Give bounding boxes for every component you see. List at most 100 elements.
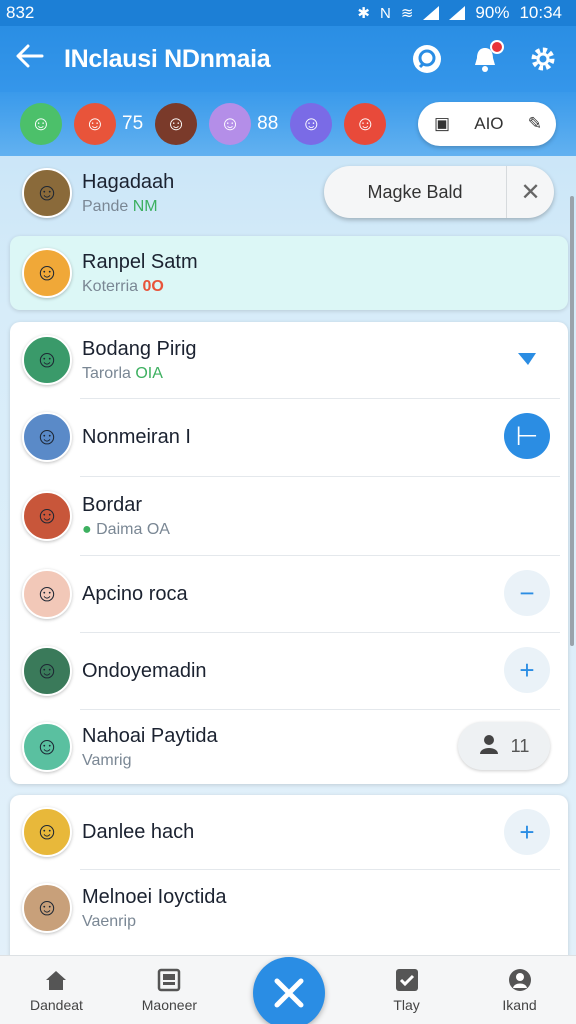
contact-name: Ondoyemadin	[82, 659, 207, 682]
list-item[interactable]: ☺ Ranpel Satm Koterria 0O	[10, 236, 568, 310]
contact-sub: Vaenrip	[82, 912, 136, 930]
filter-count: 88	[257, 113, 279, 134]
filter-avatar: ☺	[209, 103, 252, 145]
avatar: ☺	[22, 646, 72, 696]
home-icon	[43, 967, 69, 993]
online-status-icon: ●	[82, 520, 92, 538]
minus-icon[interactable]: −	[504, 570, 550, 616]
avatar: ☺	[22, 883, 72, 933]
nav-label: Tlay	[393, 997, 420, 1013]
member-count-button[interactable]: 11	[458, 722, 550, 770]
scrollbar[interactable]	[570, 196, 574, 646]
avatar: ☺	[22, 412, 72, 462]
avatar: ☺	[22, 248, 72, 298]
contact-name: Ranpel Satm	[82, 250, 198, 273]
nav-item-tasks[interactable]: Tlay	[350, 967, 463, 1013]
contact-tag: 0O	[142, 277, 164, 295]
filter-chip[interactable]: ☺ 88	[209, 103, 278, 145]
nav-item-home[interactable]: Dandeat	[0, 967, 113, 1013]
filter-avatar: ☺	[290, 103, 333, 145]
support-chat-icon[interactable]	[410, 42, 444, 76]
contact-name: Danlee hach	[82, 820, 195, 843]
settings-gear-icon[interactable]	[526, 42, 560, 76]
nav-item-profile[interactable]: Ikand	[463, 967, 576, 1013]
image-icon	[156, 967, 182, 993]
wrench-icon: ✎	[527, 114, 542, 133]
status-bar: 832 ✱ N ≋ 90% 10:34	[0, 0, 576, 26]
avatar: ☺	[22, 807, 72, 857]
person-icon	[507, 967, 533, 993]
filter-chip[interactable]: ☺ 75	[74, 103, 143, 145]
signal-icon-2	[449, 6, 466, 20]
wifi-icon: ≋	[400, 5, 414, 22]
battery-text: 90%	[475, 3, 510, 22]
list-item[interactable]: ☺ Danlee hach +	[10, 795, 568, 869]
status-icons: ✱ N ≋ 90% 10:34	[357, 3, 562, 23]
page-title: INclausi NDnmaia	[64, 44, 271, 73]
send-icon[interactable]	[504, 336, 550, 382]
list-item[interactable]: ☺ Apcino roca −	[10, 556, 568, 632]
add-icon[interactable]: +	[504, 647, 550, 693]
nav-item-media[interactable]: Maoneer	[113, 967, 226, 1013]
list-item[interactable]: ☺ Nonmeiran I ⊢	[10, 399, 568, 475]
popup-action-button[interactable]: Magke Bald	[324, 182, 506, 203]
filter-chip[interactable]: ☺	[344, 103, 387, 145]
contact-name: Apcino roca	[82, 582, 188, 605]
bluetooth-icon: ✱	[357, 5, 370, 22]
filter-action-button[interactable]: ▣ AIO ✎	[418, 102, 556, 146]
contact-name: Bordar	[82, 493, 143, 516]
filter-count: 75	[122, 113, 144, 134]
member-count: 11	[510, 735, 530, 756]
close-icon	[274, 978, 304, 1008]
contact-sub: Daima	[96, 520, 143, 538]
nav-label: Ikand	[502, 997, 537, 1013]
contact-name: Hagadaah	[82, 170, 175, 193]
person-icon	[479, 734, 499, 759]
status-left-text: 832	[6, 3, 35, 22]
avatar: ☺	[22, 168, 72, 218]
clock: 10:34	[519, 3, 562, 22]
list-item[interactable]: ☺ Ondoyemadin +	[10, 633, 568, 709]
filter-avatar: ☺	[20, 103, 62, 145]
filter-action-label: AIO	[474, 114, 504, 133]
contact-tag: NM	[132, 197, 158, 215]
list-item[interactable]: ☺ Nahoai Paytida Vamrig 11	[10, 710, 568, 784]
check-icon	[394, 967, 420, 993]
list-item[interactable]: ☺ Bodang Pirig Tarorla OIA	[10, 322, 568, 398]
contact-name: Melnoei Ioyctida	[82, 885, 227, 908]
call-button[interactable]: ⊢	[504, 413, 550, 459]
contact-name: Nahoai Paytida	[82, 724, 218, 747]
filter-chip[interactable]: ☺	[20, 103, 62, 145]
contact-sub: Vamrig	[82, 751, 132, 769]
contact-tag: OIA	[135, 364, 163, 382]
filter-chip[interactable]: ☺	[155, 103, 198, 145]
lock-icon: ▣	[434, 114, 451, 133]
add-icon[interactable]: +	[504, 809, 550, 855]
filter-avatar: ☺	[344, 103, 387, 145]
filter-avatar: ☺	[74, 103, 116, 145]
filter-avatar: ☺	[155, 103, 198, 145]
list-item[interactable]: ☺ Melnoei Ioyctida Vaenrip	[10, 870, 568, 946]
list-item[interactable]: ☺ Bordar ● Daima OA	[10, 477, 568, 555]
avatar: ☺	[22, 491, 72, 541]
filter-bar: ☺ ☺ 75 ☺ ☺ 88 ☺ ☺ ▣ AIO ✎	[0, 92, 576, 156]
back-arrow-icon[interactable]	[16, 42, 64, 76]
close-fab-button[interactable]	[253, 957, 325, 1024]
avatar: ☺	[22, 335, 72, 385]
app-bar: INclausi NDnmaia	[0, 26, 576, 92]
filter-chip[interactable]: ☺	[290, 103, 333, 145]
notification-badge	[490, 40, 504, 54]
contact-sub: Pande	[82, 197, 129, 215]
close-icon[interactable]: ✕	[506, 166, 554, 218]
action-popup: Magke Bald ✕	[324, 166, 554, 218]
contact-sub: Koterria	[82, 277, 139, 295]
signal-icon	[423, 6, 440, 20]
nav-label: Dandeat	[30, 997, 83, 1013]
avatar: ☺	[22, 569, 72, 619]
avatar: ☺	[22, 722, 72, 772]
contact-sub: Tarorla	[82, 364, 131, 382]
nav-label: Maoneer	[141, 997, 198, 1013]
contact-name: Nonmeiran I	[82, 425, 191, 448]
nfc-icon: N	[380, 4, 391, 22]
notification-bell-icon[interactable]	[468, 40, 504, 76]
